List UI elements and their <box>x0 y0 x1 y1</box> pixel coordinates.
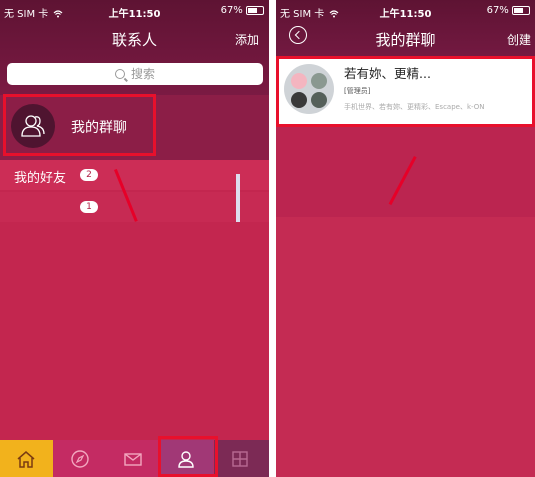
grid-icon <box>232 451 248 467</box>
page-title: 我的群聊 <box>375 31 436 49</box>
home-icon <box>17 451 35 468</box>
search-icon <box>114 69 125 79</box>
page-title: 联系人 <box>111 31 157 49</box>
battery-percent: 67% <box>220 5 243 16</box>
background-decoration <box>236 174 240 222</box>
tab-discover[interactable] <box>54 440 107 477</box>
battery-icon <box>512 5 530 15</box>
search-input[interactable]: 搜索 <box>7 63 263 85</box>
search-placeholder: 搜索 <box>130 67 155 81</box>
status-bar: 无 SIM 卡 上午11:50 67% <box>276 0 535 22</box>
friend-count-badge: 1 <box>80 201 98 213</box>
status-bar: 无 SIM 卡 上午11:50 67% <box>0 0 269 22</box>
contacts-icon <box>11 104 55 148</box>
contacts-screen: 无 SIM 卡 上午11:50 67% 联系人 添加 搜索 我的群聊 我的好友 … <box>0 0 269 477</box>
item-highlight <box>276 56 535 127</box>
create-button[interactable]: 创建 <box>507 31 531 48</box>
tab-highlight <box>158 436 218 477</box>
tab-messages[interactable] <box>107 440 160 477</box>
tab-more[interactable] <box>214 440 269 477</box>
add-button[interactable]: 添加 <box>235 31 259 48</box>
navigation-bar: 联系人 添加 <box>0 22 269 56</box>
group-chats-screen: 无 SIM 卡 上午11:50 67% 我的群聊 创建 若有妳、更精... [管… <box>276 0 535 477</box>
my-groups-row[interactable]: 我的群聊 <box>3 94 156 156</box>
mail-icon <box>124 453 142 466</box>
tab-home[interactable] <box>0 440 53 477</box>
my-groups-label: 我的群聊 <box>71 120 127 136</box>
battery-icon <box>246 5 264 15</box>
friend-group-row[interactable]: 我的好友 2 <box>0 160 269 190</box>
friend-count-badge: 2 <box>80 169 98 181</box>
battery-percent: 67% <box>486 5 509 16</box>
friend-group-label: 我的好友 <box>14 171 67 186</box>
tab-bar <box>0 440 269 477</box>
navigation-bar: 我的群聊 创建 <box>276 22 535 56</box>
compass-icon <box>71 450 89 468</box>
